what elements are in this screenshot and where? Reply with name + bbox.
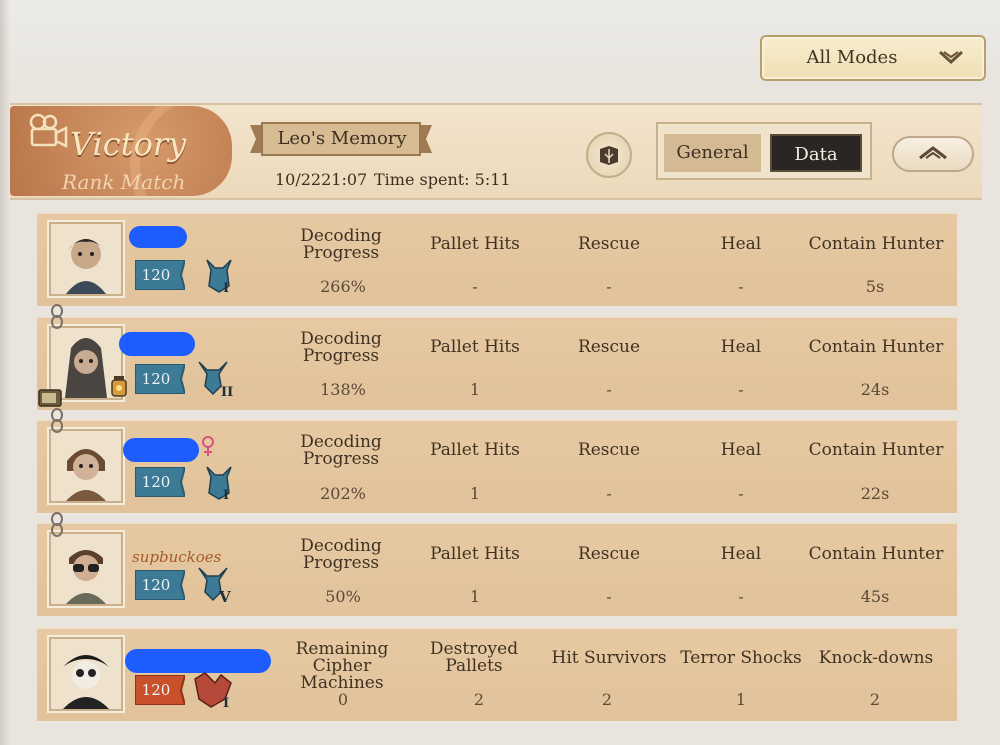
victory-title: Victory (70, 125, 187, 163)
stat-header: Contain Hunter (808, 234, 944, 254)
collapse-button[interactable] (892, 136, 974, 172)
stat-value: 266% (320, 277, 366, 296)
deer-rank-icon-3: I (206, 466, 232, 501)
stat-value: 2 (473, 690, 485, 709)
map-name: Leo's Memory (277, 128, 407, 149)
redacted-name-3 (123, 438, 199, 462)
stat-header: Heal (720, 234, 762, 254)
svg-text:I: I (223, 488, 229, 501)
mode-dropdown[interactable]: All Modes (760, 35, 986, 81)
chain-icon (51, 304, 63, 329)
stat-header: Pallet Hits (430, 440, 520, 460)
redacted-name-5 (125, 649, 271, 673)
stat-header: Rescue (577, 440, 641, 460)
stat-header: Destroyed Pallets (429, 639, 519, 676)
stat-header: Decoding Progress (300, 329, 382, 366)
stat-header: Rescue (577, 234, 641, 254)
left-edge-shadow (0, 0, 10, 745)
stat-header: Heal (720, 544, 762, 564)
stat-value: - (606, 484, 612, 503)
stat-value: - (472, 277, 478, 296)
stat-header: Decoding Progress (300, 226, 382, 263)
stat-value: 1 (469, 484, 481, 503)
stat-value: 45s (860, 587, 890, 606)
lantern-icon (111, 376, 127, 397)
mode-dropdown-label: All Modes (806, 47, 898, 68)
stat-value: 50% (325, 587, 361, 606)
camera-icon (29, 113, 68, 149)
stat-value: - (606, 277, 612, 296)
tab-data[interactable]: Data (770, 134, 862, 172)
deer-rank-icon-1: I (206, 259, 232, 294)
stat-value: 1 (469, 380, 481, 399)
player-name-4: supbuckoes (132, 548, 222, 566)
redacted-name-1 (129, 226, 187, 248)
stat-value: 5s (865, 277, 885, 296)
tab-general[interactable]: General (664, 134, 761, 172)
chevron-up-icon (919, 146, 947, 160)
stat-value: 2 (869, 690, 881, 709)
svg-text:V: V (218, 588, 231, 604)
svg-text:I: I (223, 281, 229, 294)
hunter-rank-icon: I (194, 672, 232, 709)
stat-header: Pallet Hits (430, 234, 520, 254)
stat-value: 24s (860, 380, 890, 399)
deer-rank-icon-2: II (198, 361, 233, 398)
stat-header: Terror Shocks (680, 648, 802, 668)
stat-header: Contain Hunter (808, 440, 944, 460)
stat-value: - (738, 587, 744, 606)
stat-value: 202% (320, 484, 366, 503)
stat-value: - (738, 277, 744, 296)
stat-header: Contain Hunter (808, 544, 944, 564)
stat-value: - (738, 380, 744, 399)
time-spent: Time spent: 5:11 (374, 170, 511, 189)
stat-value: - (606, 587, 612, 606)
level-5: 120 (141, 681, 171, 699)
stat-value: - (606, 380, 612, 399)
level-3: 120 (141, 473, 171, 491)
chevron-down-icon (938, 50, 964, 65)
stat-value: - (738, 484, 744, 503)
deer-rank-icon-4: V (198, 567, 231, 604)
portrait-1 (49, 222, 123, 296)
stat-header: Rescue (577, 337, 641, 357)
stat-header: Decoding Progress (300, 536, 382, 573)
female-icon (202, 436, 214, 456)
match-date: 10/2221:07 (275, 170, 368, 189)
level-1: 120 (141, 266, 171, 284)
level-4: 120 (141, 576, 171, 594)
stat-value: 22s (860, 484, 890, 503)
stat-value: 0 (337, 690, 349, 709)
tv-icon (38, 389, 62, 407)
chain-icon (51, 408, 63, 433)
svg-text:II: II (221, 385, 233, 398)
chain-icon (51, 512, 63, 537)
portrait-4 (49, 532, 123, 606)
portrait-3 (49, 429, 123, 503)
level-2: 120 (141, 370, 171, 388)
svg-text:I: I (223, 696, 229, 709)
book-icon (600, 146, 618, 165)
stat-value: 1 (735, 690, 747, 709)
stat-header: Heal (720, 440, 762, 460)
stat-value: 2 (601, 690, 613, 709)
stat-header: Knock-downs (818, 648, 934, 668)
stat-value: 1 (469, 587, 481, 606)
portrait-5 (49, 637, 123, 711)
stat-header: Pallet Hits (430, 544, 520, 564)
stat-header: Heal (720, 337, 762, 357)
redacted-name-2 (119, 332, 195, 356)
stat-header: Rescue (577, 544, 641, 564)
stat-header: Pallet Hits (430, 337, 520, 357)
match-type: Rank Match (62, 170, 186, 194)
stat-value: 138% (320, 380, 366, 399)
stat-header: Contain Hunter (808, 337, 944, 357)
stat-header: Hit Survivors (551, 648, 667, 668)
stat-header: Remaining Cipher Machines (295, 639, 389, 693)
stat-header: Decoding Progress (300, 432, 382, 469)
record-book-button[interactable] (586, 132, 632, 178)
